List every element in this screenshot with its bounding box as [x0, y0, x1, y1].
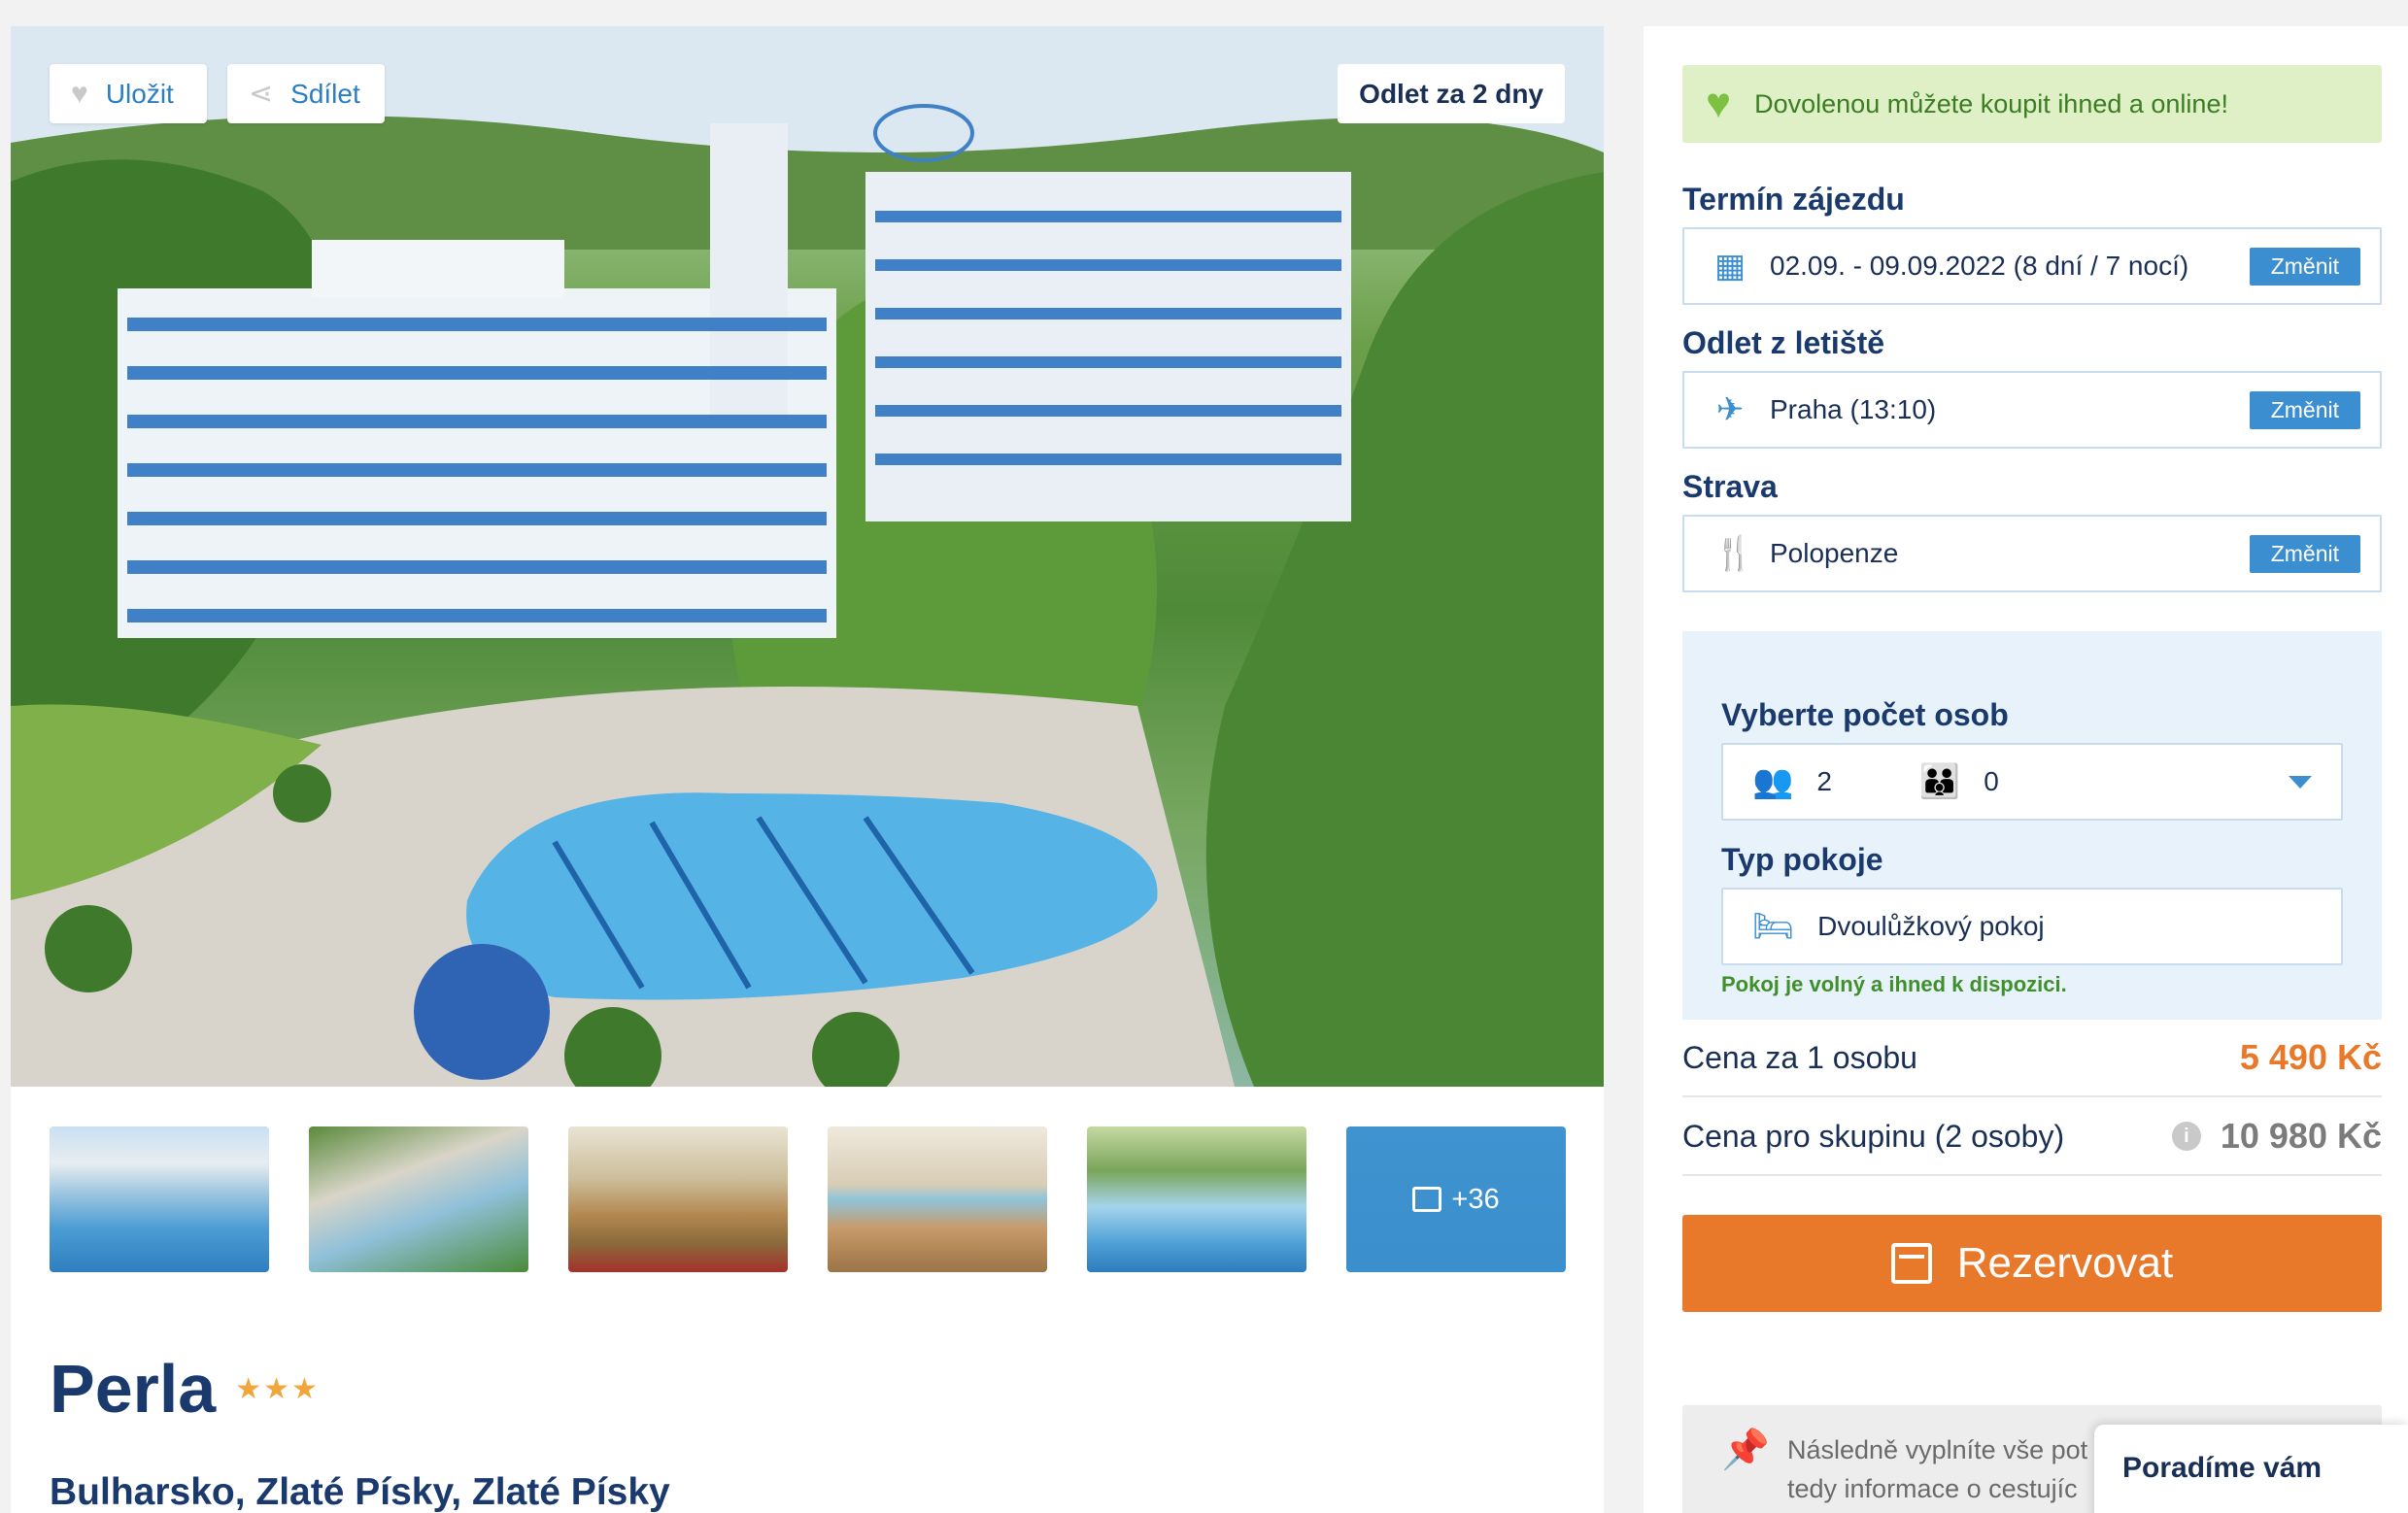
info-icon[interactable]: i: [2171, 1122, 2201, 1151]
star-rating: ★★★: [235, 1372, 320, 1405]
price-per-person-row: Cena za 1 osobu 5 490 Kč: [1682, 1020, 2382, 1097]
thumbnail-2[interactable]: [309, 1126, 528, 1272]
adults-count: 2: [1816, 766, 1832, 796]
bed-icon: 🛏: [1752, 908, 1795, 945]
price-per-person: 5 490 Kč: [2239, 1037, 2382, 1077]
thumbnail-5[interactable]: [1087, 1126, 1306, 1272]
airport-label: Odlet z letiště: [1682, 325, 1885, 360]
cutlery-icon: 🍴: [1713, 535, 1755, 572]
save-button[interactable]: ♥ Uložit: [50, 64, 207, 123]
calendar-icon: [1890, 1243, 1932, 1284]
board-value: Polopenze: [1770, 538, 1899, 568]
share-label: Sdílet: [290, 78, 360, 109]
children-count: 0: [1984, 766, 1999, 796]
adults-icon: 👥: [1752, 763, 1794, 800]
price-group: 10 980 Kč: [2220, 1116, 2382, 1156]
change-airport-button[interactable]: Změnit: [2249, 390, 2360, 429]
hero-image[interactable]: ♥ Uložit ⋖ Sdílet Odlet za 2 dny: [11, 26, 1604, 1087]
airport-value: Praha (13:10): [1770, 394, 1937, 424]
hotel-title: Perla ★★★: [50, 1350, 320, 1428]
save-label: Uložit: [105, 78, 174, 109]
heart-icon: ♥: [1706, 80, 1732, 127]
share-icon: ⋖: [249, 78, 274, 110]
share-button[interactable]: ⋖ Sdílet: [227, 64, 385, 123]
online-purchase-banner: ♥ Dovolenou můžete koupit ihned a online…: [1682, 65, 2382, 143]
term-value: 02.09. - 09.09.2022 (8 dní / 7 nocí): [1770, 251, 2189, 281]
persons-select[interactable]: 👥 2 👪 0: [1721, 743, 2343, 821]
booking-panel: ♥ Dovolenou můžete koupit ihned a online…: [1644, 26, 2408, 1513]
hotel-photo: [11, 26, 1604, 1087]
departure-badge: Odlet za 2 dny: [1338, 64, 1565, 123]
term-field[interactable]: ▦ 02.09. - 09.09.2022 (8 dní / 7 nocí) Z…: [1682, 227, 2382, 305]
more-photos-count: +36: [1451, 1183, 1500, 1215]
thumbnail-3[interactable]: [568, 1126, 788, 1272]
price-group-row: Cena pro skupinu (2 osoby) i 10 980 Kč: [1682, 1098, 2382, 1176]
gallery-thumbnails: +36: [50, 1126, 1575, 1272]
calendar-icon: ▦: [1713, 248, 1747, 285]
room-value: Dvoulůžkový pokoj: [1817, 911, 2045, 941]
thumbnail-1[interactable]: [50, 1126, 269, 1272]
airport-field[interactable]: ✈ Praha (13:10) Změnit: [1682, 371, 2382, 449]
help-chat-tab[interactable]: Poradíme vám: [2094, 1425, 2408, 1513]
children-icon: 👪: [1918, 763, 1961, 800]
chevron-down-icon: [2289, 775, 2312, 789]
hotel-name: Perla: [50, 1351, 217, 1427]
price-per-person-label: Cena za 1 osobu: [1682, 1039, 1917, 1075]
persons-room-box: Vyberte počet osob 👥 2 👪 0 Typ pokoje 🛏 …: [1682, 631, 2382, 1020]
term-label: Termín zájezdu: [1682, 182, 1905, 217]
heart-icon: ♥: [71, 77, 88, 110]
hotel-location: Bulharsko, Zlaté Písky, Zlaté Písky: [50, 1471, 670, 1513]
board-field[interactable]: 🍴 Polopenze Změnit: [1682, 515, 2382, 592]
airplane-icon: ✈: [1715, 391, 1745, 428]
persons-label: Vyberte počet osob: [1721, 697, 2009, 732]
gallery-icon: [1412, 1187, 1442, 1212]
more-photos-button[interactable]: +36: [1346, 1126, 1566, 1272]
pin-icon: 📌: [1721, 1429, 1770, 1471]
change-board-button[interactable]: Změnit: [2249, 534, 2360, 573]
availability-note: Pokoj je volný a ihned k dispozici.: [1721, 972, 2067, 996]
thumbnail-4[interactable]: [828, 1126, 1047, 1272]
reserve-button[interactable]: Rezervovat: [1682, 1215, 2382, 1312]
change-term-button[interactable]: Změnit: [2249, 247, 2360, 286]
price-group-label: Cena pro skupinu (2 osoby): [1682, 1118, 2065, 1154]
hotel-detail-panel: ♥ Uložit ⋖ Sdílet Odlet za 2 dny +36 Per…: [11, 26, 1604, 1513]
online-banner-text: Dovolenou můžete koupit ihned a online!: [1754, 88, 2228, 118]
reserve-label: Rezervovat: [1956, 1239, 2174, 1287]
room-select[interactable]: 🛏 Dvoulůžkový pokoj: [1721, 888, 2343, 965]
room-label: Typ pokoje: [1721, 842, 1883, 877]
board-label: Strava: [1682, 469, 1778, 504]
